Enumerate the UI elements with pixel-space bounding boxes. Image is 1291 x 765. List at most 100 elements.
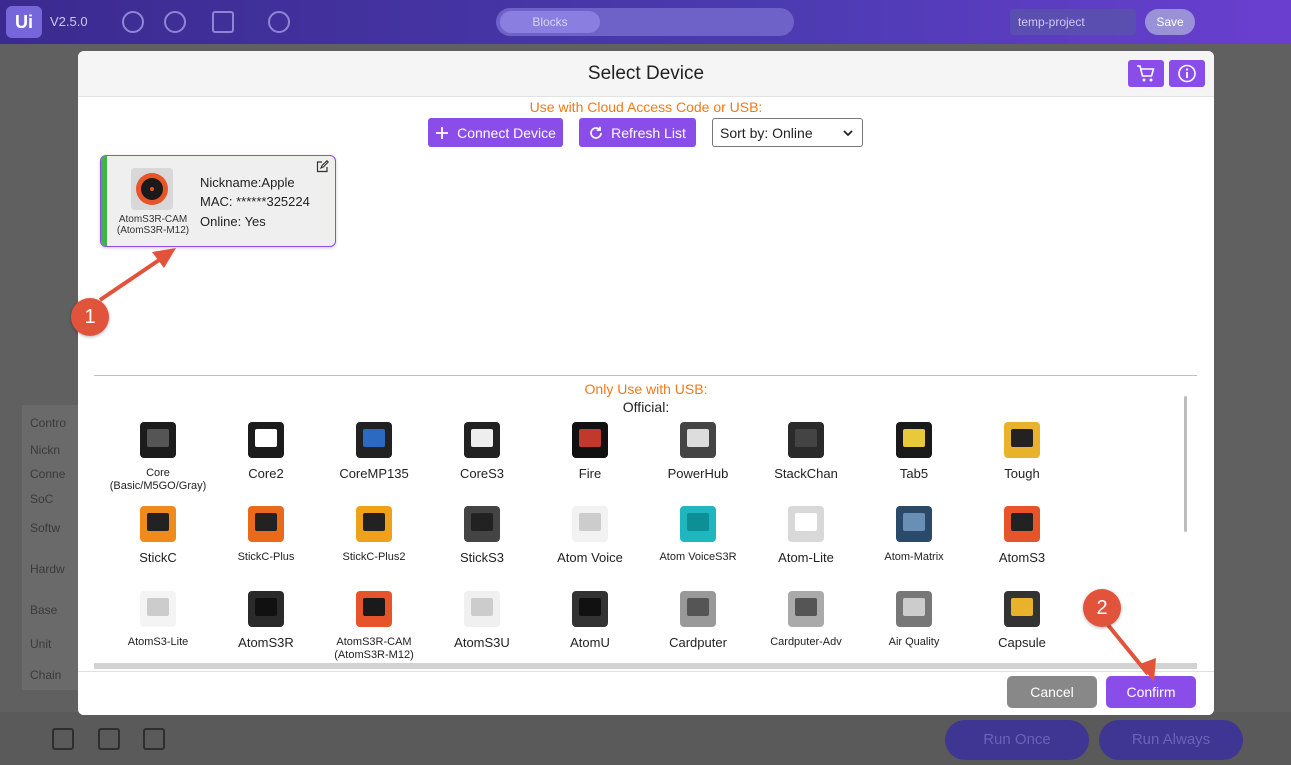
device-option-name: Atom Voice bbox=[557, 550, 623, 565]
device-option-label: CoreS3 bbox=[432, 467, 532, 480]
device-option[interactable]: Tough bbox=[972, 420, 1072, 482]
device-option[interactable]: CoreMP135 bbox=[324, 420, 424, 482]
side-label: Base bbox=[30, 603, 58, 617]
image-icon[interactable] bbox=[143, 728, 165, 750]
device-option[interactable]: AtomS3R-CAM (AtomS3R-M12) bbox=[324, 589, 424, 661]
device-option-icon bbox=[246, 589, 286, 629]
run-once-button[interactable]: Run Once bbox=[945, 720, 1089, 760]
app-logo: Ui bbox=[6, 6, 42, 38]
device-option-icon bbox=[570, 420, 610, 460]
device-option[interactable]: AtomS3U bbox=[432, 589, 532, 651]
device-option-label: Cardputer-Adv bbox=[756, 636, 856, 649]
settings-icon[interactable] bbox=[122, 11, 144, 33]
device-option[interactable]: Tab5 bbox=[864, 420, 964, 482]
help-icon[interactable] bbox=[164, 11, 186, 33]
connect-device-button[interactable]: Connect Device bbox=[428, 118, 563, 147]
device-option[interactable]: PowerHub bbox=[648, 420, 748, 482]
device-option[interactable]: Fire bbox=[540, 420, 640, 482]
device-option-label: AtomU bbox=[540, 636, 640, 649]
side-label: Unit bbox=[30, 637, 52, 651]
device-option[interactable]: AtomS3-Lite bbox=[108, 589, 208, 651]
device-option[interactable]: StickS3 bbox=[432, 504, 532, 566]
chevron-down-icon bbox=[843, 130, 853, 137]
device-option-name: PowerHub bbox=[667, 466, 729, 481]
device-option-icon bbox=[894, 589, 934, 629]
device-option[interactable]: AtomS3R bbox=[216, 589, 316, 651]
device-card[interactable]: AtomS3R-CAM (AtomS3R-M12) Nickname:Apple… bbox=[100, 155, 336, 247]
device-option-label: Atom-Matrix bbox=[864, 551, 964, 564]
device-online: Online: Yes bbox=[200, 214, 266, 229]
project-name-input[interactable]: temp-project bbox=[1010, 9, 1136, 35]
device-option[interactable]: Capsule bbox=[972, 589, 1072, 651]
device-option[interactable]: StackChan bbox=[756, 420, 856, 482]
dialog-header: Select Device bbox=[78, 51, 1214, 97]
device-option[interactable]: Air Quality bbox=[864, 589, 964, 651]
device-option[interactable]: Cardputer bbox=[648, 589, 748, 651]
info-button[interactable] bbox=[1169, 60, 1205, 87]
device-option-icon bbox=[354, 420, 394, 460]
save-button[interactable]: Save bbox=[1145, 9, 1195, 35]
device-option[interactable]: Atom-Lite bbox=[756, 504, 856, 566]
device-option-icon bbox=[138, 504, 178, 544]
device-option-icon bbox=[246, 420, 286, 460]
side-label: Nickn bbox=[30, 443, 61, 457]
refresh-list-label: Refresh List bbox=[611, 124, 686, 141]
vertical-scrollbar[interactable] bbox=[1184, 396, 1187, 532]
side-label: SoC bbox=[30, 492, 54, 506]
device-option-name: Atom VoiceS3R bbox=[659, 551, 737, 563]
device-option[interactable]: StickC bbox=[108, 504, 208, 566]
step-badge-2: 2 bbox=[1083, 589, 1121, 627]
device-option-icon bbox=[246, 504, 286, 544]
side-label: Softw bbox=[30, 521, 61, 535]
device-option-label: StickC-Plus bbox=[216, 551, 316, 564]
horizontal-scrollbar[interactable] bbox=[94, 663, 1197, 669]
device-option[interactable]: AtomU bbox=[540, 589, 640, 651]
device-option-label: Air Quality bbox=[864, 636, 964, 649]
device-option[interactable]: AtomS3 bbox=[972, 504, 1072, 566]
cancel-button[interactable]: Cancel bbox=[1007, 676, 1097, 708]
device-option-label: CoreMP135 bbox=[324, 467, 424, 480]
device-option-label: Core2 bbox=[216, 467, 316, 480]
device-option[interactable]: Atom Voice bbox=[540, 504, 640, 566]
device-option[interactable]: Atom VoiceS3R bbox=[648, 504, 748, 566]
device-option-name: Tab5 bbox=[899, 466, 929, 481]
device-option-label: StickS3 bbox=[432, 551, 532, 564]
device-option-name: AtomS3R-CAM bbox=[336, 636, 412, 648]
device-option[interactable]: StickC-Plus bbox=[216, 504, 316, 566]
info-icon bbox=[1178, 64, 1196, 83]
device-option-icon bbox=[462, 589, 502, 629]
device-option-subname: (AtomS3R-M12) bbox=[334, 649, 414, 661]
confirm-button[interactable]: Confirm bbox=[1106, 676, 1196, 708]
terminal-icon[interactable] bbox=[52, 728, 74, 750]
device-option-icon bbox=[678, 589, 718, 629]
device-option[interactable]: Atom-Matrix bbox=[864, 504, 964, 566]
device-option-label: AtomS3 bbox=[972, 551, 1072, 564]
edit-icon[interactable] bbox=[316, 160, 329, 173]
device-option[interactable]: Cardputer-Adv bbox=[756, 589, 856, 651]
device-option-label: AtomS3R-CAM (AtomS3R-M12) bbox=[324, 636, 424, 662]
cart-button[interactable] bbox=[1128, 60, 1164, 87]
official-label: Official: bbox=[622, 399, 670, 415]
device-option-icon bbox=[1002, 589, 1042, 629]
run-always-button[interactable]: Run Always bbox=[1099, 720, 1243, 760]
device-mac: MAC: ******325224 bbox=[200, 194, 310, 209]
folder-icon[interactable] bbox=[212, 11, 234, 33]
app-version: V2.5.0 bbox=[50, 14, 88, 29]
download-icon[interactable] bbox=[98, 728, 120, 750]
device-option-name: Core2 bbox=[248, 466, 284, 481]
app-topbar: Ui V2.5.0 Blocks temp-project Save bbox=[0, 0, 1291, 44]
device-option[interactable]: Core2 bbox=[216, 420, 316, 482]
device-option[interactable]: Core (Basic/M5GO/Gray) bbox=[108, 420, 208, 492]
online-status-bar bbox=[101, 156, 107, 246]
device-option[interactable]: CoreS3 bbox=[432, 420, 532, 482]
device-option-name: StickS3 bbox=[459, 550, 505, 565]
refresh-list-button[interactable]: Refresh List bbox=[579, 118, 696, 147]
side-label: Conne bbox=[30, 467, 66, 481]
device-option[interactable]: StickC-Plus2 bbox=[324, 504, 424, 566]
select-device-dialog: Select Device Use with Cloud Access Code… bbox=[78, 51, 1214, 715]
device-option-name: AtomS3 bbox=[998, 550, 1046, 565]
planet-icon[interactable] bbox=[268, 11, 290, 33]
sort-select[interactable]: Sort by: Online bbox=[712, 118, 863, 147]
device-image bbox=[131, 168, 173, 210]
tab-blocks[interactable]: Blocks bbox=[500, 11, 600, 33]
